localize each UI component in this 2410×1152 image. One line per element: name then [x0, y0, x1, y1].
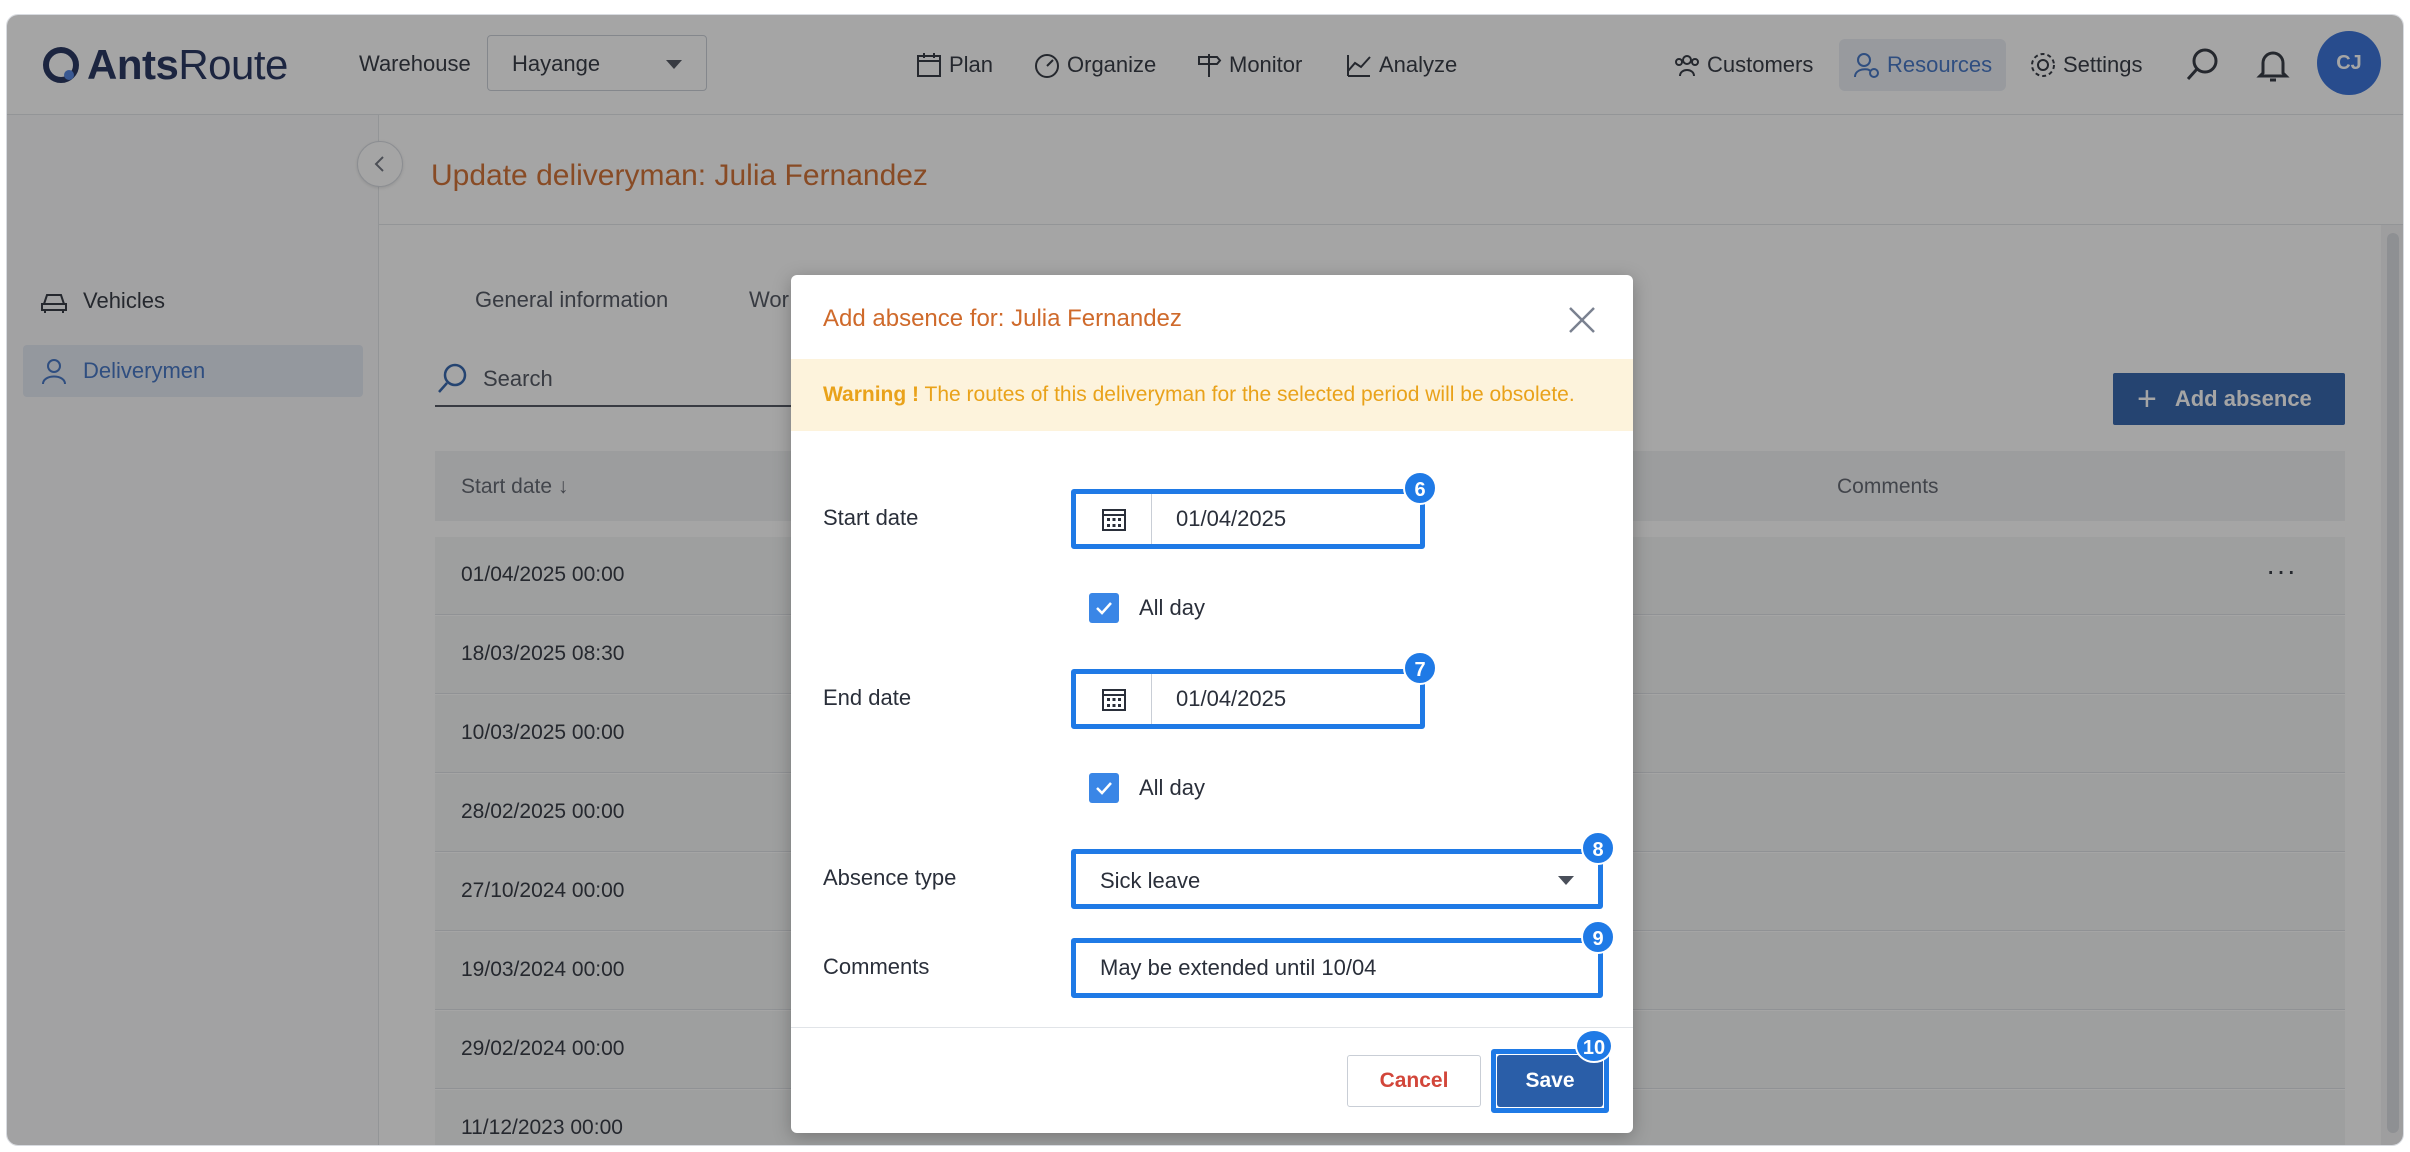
warning-banner: Warning ! The routes of this deliveryman…	[791, 359, 1633, 431]
end-all-day-label: All day	[1139, 775, 1206, 800]
check-icon	[1096, 602, 1112, 615]
end-date-input[interactable]	[1176, 686, 1396, 712]
cancel-button[interactable]: Cancel	[1347, 1055, 1481, 1107]
chevron-down-icon	[1558, 876, 1574, 885]
comments-label: Comments	[823, 954, 930, 979]
comments-input[interactable]	[1100, 955, 1580, 981]
start-date-field	[1075, 493, 1421, 545]
callout-badge: 7	[1403, 651, 1437, 685]
callout-badge: 6	[1403, 471, 1437, 505]
check-icon	[1096, 782, 1112, 795]
warning-label: Warning !	[823, 383, 920, 406]
end-all-day-checkbox[interactable]	[1089, 773, 1119, 803]
end-date-label: End date	[823, 685, 912, 710]
calendar-icon[interactable]	[1076, 494, 1152, 544]
callout-badge: 10	[1575, 1029, 1613, 1063]
app-window: AntsRoute Warehouse Hayange Plan Organiz…	[6, 14, 2404, 1146]
absence-type-value: Sick leave	[1100, 868, 1201, 893]
absence-type-select[interactable]: Sick leave	[1075, 853, 1599, 905]
dialog-title: Add absence for: Julia Fernandez	[823, 305, 1182, 332]
callout-badge: 9	[1581, 920, 1615, 954]
save-button[interactable]: Save	[1497, 1055, 1603, 1107]
calendar-icon[interactable]	[1076, 674, 1152, 724]
comments-field	[1075, 942, 1599, 994]
close-icon[interactable]	[1567, 305, 1597, 335]
start-all-day-checkbox[interactable]	[1089, 593, 1119, 623]
callout-badge: 8	[1581, 831, 1615, 865]
start-all-day-label: All day	[1139, 595, 1206, 620]
warning-text: The routes of this deliveryman for the s…	[919, 383, 1575, 406]
dialog-footer-divider	[791, 1027, 1633, 1028]
add-absence-dialog: Add absence for: Julia Fernandez Warning…	[791, 275, 1633, 1133]
start-date-label: Start date	[823, 505, 919, 530]
start-date-input[interactable]	[1176, 506, 1396, 532]
absence-type-label: Absence type	[823, 865, 957, 890]
end-date-field	[1075, 673, 1421, 725]
